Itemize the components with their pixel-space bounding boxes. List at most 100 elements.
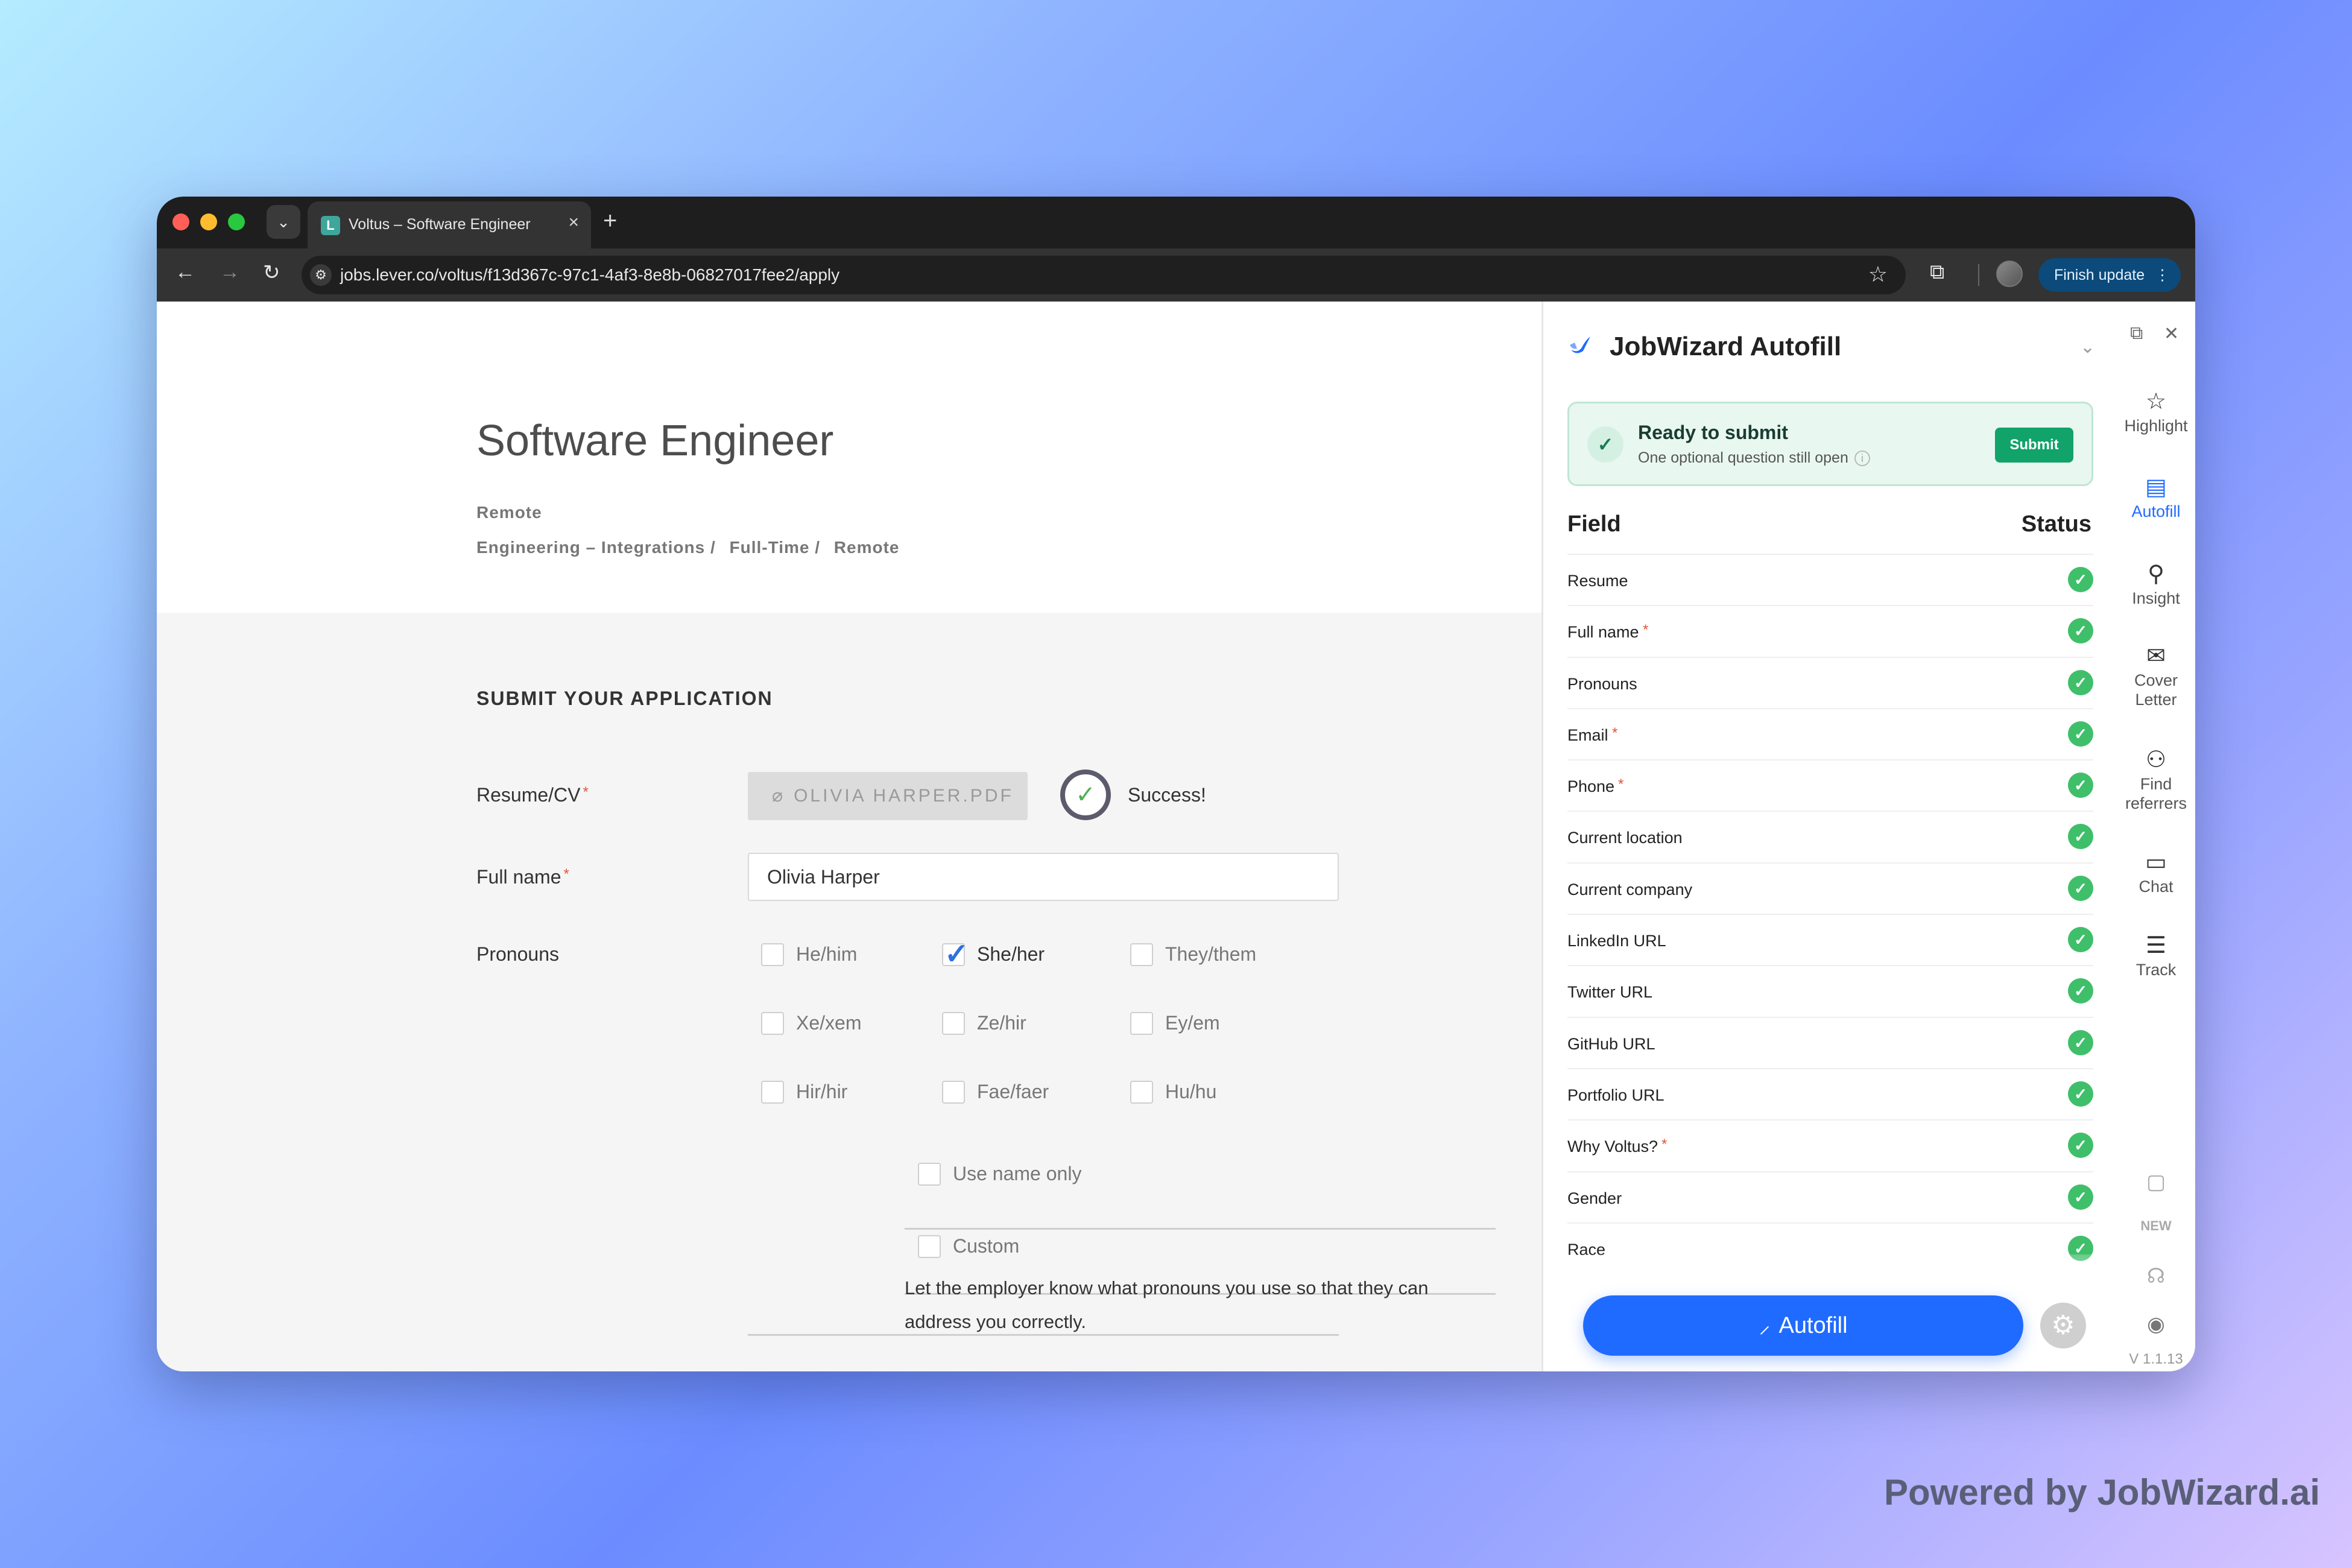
rail-cover-letter[interactable]: ✉ Cover Letter <box>2117 643 2195 709</box>
toolbar-separator <box>1978 264 1979 286</box>
settings-gear-icon[interactable]: ⚙ <box>2040 1303 2086 1348</box>
pronoun-checkbox-hir-hir[interactable] <box>761 1081 784 1104</box>
rail-track-label: Track <box>2135 961 2177 979</box>
field-name: Twitter URL <box>1567 983 1653 1002</box>
field-row: Current company ✓ <box>1567 862 2093 914</box>
fullname-input[interactable]: Olivia Harper <box>748 853 1339 901</box>
field-row: Gender ✓ <box>1567 1171 2093 1222</box>
chat-bubble-icon: ▭ <box>2145 850 2167 875</box>
tab-search-chevron-icon[interactable]: ⌄ <box>267 205 300 239</box>
pronouns-label: Pronouns <box>476 943 559 965</box>
field-row: Resume ✓ <box>1567 554 2093 605</box>
finish-update-button[interactable]: Finish update ⋮ <box>2038 258 2181 292</box>
job-application-page: Software Engineer Remote Engineering – I… <box>157 302 1541 1371</box>
ready-to-submit-card: ✓ Ready to submit One optional question … <box>1567 402 2093 486</box>
custom-pronoun-checkbox[interactable] <box>918 1235 941 1258</box>
new-tab-icon[interactable]: + <box>603 207 617 235</box>
new-badge-icon[interactable]: NEW <box>2117 1218 2195 1234</box>
rail-highlight-label: Highlight <box>2124 417 2188 435</box>
custom-pronoun-label: Custom <box>953 1235 1020 1257</box>
more-vert-icon: ⋮ <box>2155 267 2170 283</box>
pronoun-label-hu-hu: Hu/hu <box>1165 1081 1217 1102</box>
resume-label: Resume/CV * <box>476 784 589 806</box>
autofill-button[interactable]: ⸝ Autofill <box>1583 1295 2023 1356</box>
status-check-icon: ✓ <box>2068 875 2093 901</box>
job-commitment: Full-Time / <box>729 538 820 557</box>
jobwizard-title: JobWizard Autofill <box>1610 332 1842 361</box>
bookmark-star-icon[interactable]: ☆ <box>1868 262 1888 287</box>
rail-chat-label: Chat <box>2139 877 2173 896</box>
required-mark: * <box>1618 776 1624 793</box>
paperclip-icon: ⌀ <box>772 786 783 806</box>
pronoun-checkbox-she-her[interactable]: ✓ <box>942 938 969 970</box>
pronoun-checkbox-he-him[interactable] <box>761 943 784 966</box>
url-text[interactable]: jobs.lever.co/voltus/f13d367c-97c1-4af3-… <box>340 265 839 285</box>
field-name: Why Voltus? <box>1567 1137 1658 1156</box>
pronoun-checkbox-xe-xem[interactable] <box>761 1012 784 1035</box>
extensions-puzzle-icon[interactable]: ⧉ <box>1930 261 1944 284</box>
rail-find-referrers[interactable]: ⚇ Find referrers <box>2117 747 2195 813</box>
envelope-icon: ✉ <box>2146 643 2166 669</box>
job-title: Software Engineer <box>476 417 834 465</box>
resume-upload-button[interactable]: ⌀ OLIVIA HARPER.PDF <box>748 772 1028 820</box>
headset-icon[interactable]: ☊ <box>2117 1264 2195 1288</box>
close-tab-icon[interactable]: × <box>568 212 579 233</box>
field-row: Why Voltus? * ✓ <box>1567 1119 2093 1171</box>
rail-highlight[interactable]: ☆ Highlight <box>2117 390 2195 435</box>
pronoun-checkbox-ze-hir[interactable] <box>942 1012 965 1035</box>
status-check-icon: ✓ <box>2068 618 2093 644</box>
reload-icon[interactable]: ↻ <box>263 261 280 285</box>
ready-subtitle: One optional question still open i <box>1638 449 1870 467</box>
field-row: Twitter URL ✓ <box>1567 965 2093 1016</box>
info-icon[interactable]: i <box>1854 450 1870 467</box>
ready-subtitle-text: One optional question still open <box>1638 449 1848 466</box>
job-meta: Engineering – Integrations / Full-Time /… <box>476 538 908 557</box>
status-check-icon: ✓ <box>2068 1184 2093 1210</box>
active-tab[interactable]: L Voltus – Software Engineer × <box>308 201 591 248</box>
rail-cover-letter-label: Cover Letter <box>2134 671 2178 709</box>
rail-track[interactable]: ☰ Track <box>2117 934 2195 979</box>
maximize-window-button[interactable] <box>228 213 245 230</box>
status-check-icon: ✓ <box>2068 927 2093 953</box>
use-name-only-checkbox[interactable] <box>918 1163 941 1186</box>
pronoun-checkbox-hu-hu[interactable] <box>1130 1081 1153 1104</box>
profile-avatar[interactable] <box>1996 261 2023 287</box>
fullname-label-text: Full name <box>476 866 561 888</box>
field-name: Phone <box>1567 777 1615 796</box>
pronoun-divider-1 <box>905 1228 1496 1230</box>
add-person-icon: ⚇ <box>2145 747 2167 773</box>
pronoun-checkbox-fae-faer[interactable] <box>942 1081 965 1104</box>
use-name-only-label: Use name only <box>953 1163 1082 1184</box>
jobwizard-side-rail: ⧉ ✕ ☆ Highlight ▤ Autofill ⚲ Insight ✉ Cover… <box>2117 302 2195 1371</box>
rail-autofill-label: Autofill <box>2131 502 2181 520</box>
lightbulb-icon: ⚲ <box>2148 561 2164 587</box>
rail-autofill[interactable]: ▤ Autofill <box>2117 476 2195 521</box>
address-bar[interactable]: ⚙ jobs.lever.co/voltus/f13d367c-97c1-4af… <box>302 256 1906 294</box>
field-row: Phone * ✓ <box>1567 759 2093 811</box>
close-panel-icon[interactable]: ✕ <box>2164 323 2179 344</box>
site-settings-icon[interactable]: ⚙ <box>310 264 332 286</box>
rail-insight[interactable]: ⚲ Insight <box>2117 561 2195 608</box>
back-arrow-icon[interactable]: ← <box>175 261 195 284</box>
close-window-button[interactable] <box>172 213 189 230</box>
rail-chat[interactable]: ▭ Chat <box>2117 850 2195 896</box>
feedback-icon[interactable]: ▢ <box>2117 1170 2195 1194</box>
job-header: Software Engineer Remote Engineering – I… <box>157 302 1541 613</box>
pronoun-label-he-him: He/him <box>796 943 858 965</box>
minimize-window-button[interactable] <box>200 213 217 230</box>
field-status-list: Resume ✓ Full name * ✓ Pronouns ✓ Email * ✓ Phone *… <box>1567 554 2093 1274</box>
job-team: Engineering – Integrations / <box>476 538 716 557</box>
submit-button[interactable]: Submit <box>1995 428 2073 463</box>
open-in-window-icon[interactable]: ⧉ <box>2130 323 2143 344</box>
pronoun-checkbox-they-them[interactable] <box>1130 943 1153 966</box>
required-mark: * <box>1661 1136 1668 1153</box>
status-check-icon: ✓ <box>2068 1133 2093 1159</box>
pronoun-checkbox-ey-em[interactable] <box>1130 1012 1153 1035</box>
collapse-chevron-icon[interactable]: ⌄ <box>2080 337 2095 358</box>
status-check-icon: ✓ <box>2068 567 2093 592</box>
upload-success-text: Success! <box>1128 784 1206 806</box>
fullname-label: Full name * <box>476 866 569 888</box>
field-row: GitHub URL ✓ <box>1567 1016 2093 1068</box>
account-icon[interactable]: ◉ <box>2117 1312 2195 1336</box>
forward-arrow-icon[interactable]: → <box>220 261 240 284</box>
